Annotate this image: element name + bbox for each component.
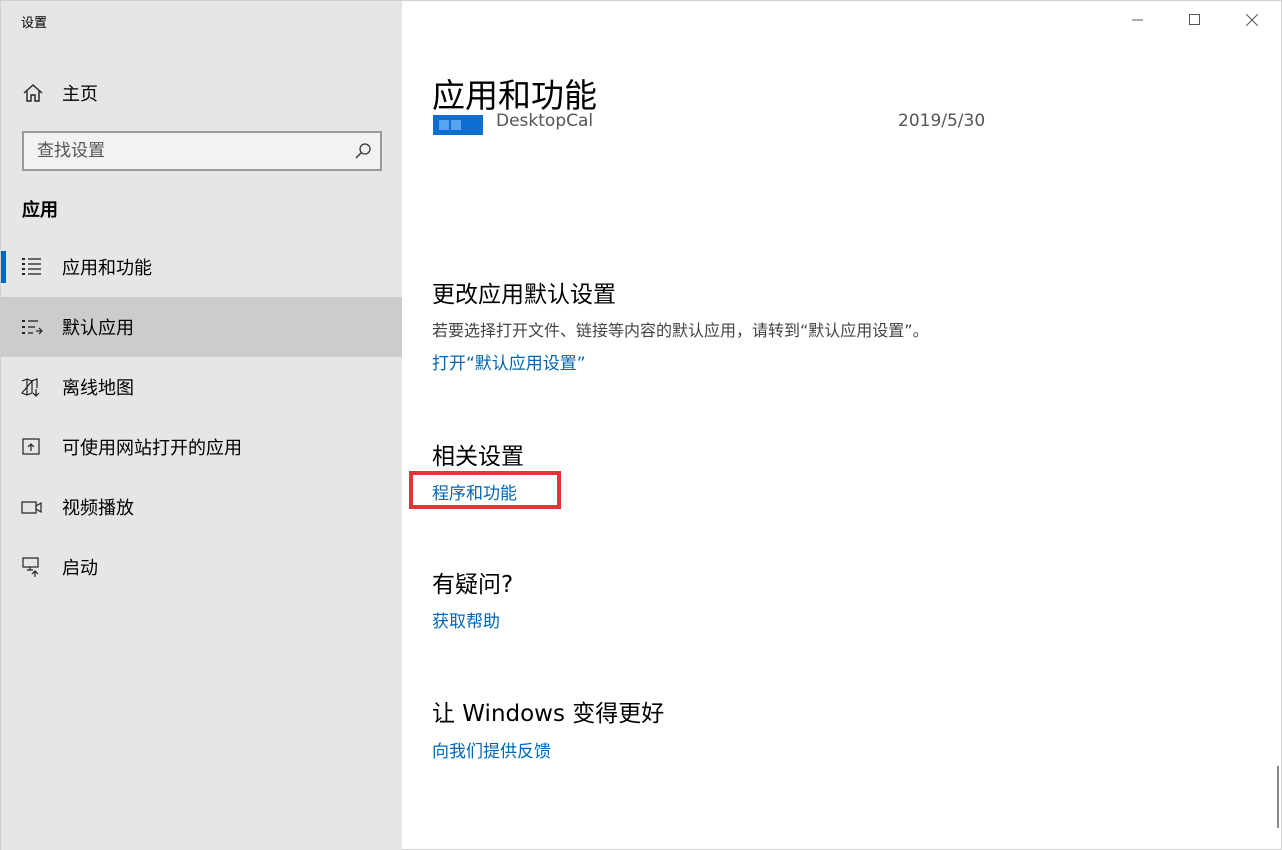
apps-for-websites-icon bbox=[22, 438, 40, 455]
apps-list-icon bbox=[22, 258, 41, 275]
sidebar-item-apps-features[interactable]: 应用和功能 bbox=[1, 237, 402, 297]
sidebar-item-label: 离线地图 bbox=[62, 378, 134, 399]
sidebar-item-startup[interactable]: 启动 bbox=[1, 537, 402, 597]
sidebar-item-label: 可使用网站打开的应用 bbox=[62, 438, 242, 459]
sidebar-home[interactable]: 主页 bbox=[1, 71, 402, 113]
default-settings-heading: 更改应用默认设置 bbox=[432, 282, 616, 308]
sidebar-item-default-apps[interactable]: 默认应用 bbox=[1, 297, 402, 357]
sidebar-item-label: 视频播放 bbox=[62, 498, 134, 519]
sidebar-item-offline-maps[interactable]: 离线地图 bbox=[1, 357, 402, 417]
sidebar-item-label: 启动 bbox=[62, 558, 98, 579]
sidebar-item-label: 应用和功能 bbox=[62, 258, 152, 279]
desktopcal-app-icon bbox=[433, 115, 483, 135]
sidebar-item-video-playback[interactable]: 视频播放 bbox=[1, 477, 402, 537]
default-apps-icon bbox=[22, 320, 43, 335]
search-icon[interactable] bbox=[354, 142, 372, 160]
help-heading: 有疑问? bbox=[432, 572, 514, 598]
give-feedback-link[interactable]: 向我们提供反馈 bbox=[432, 737, 551, 762]
open-default-apps-link[interactable]: 打开“默认应用设置” bbox=[432, 349, 586, 374]
highlight-box bbox=[409, 471, 561, 509]
settings-window: 设置 主页 应用 bbox=[0, 0, 1282, 850]
sidebar-item-apps-for-websites[interactable]: 可使用网站打开的应用 bbox=[1, 417, 402, 477]
default-settings-description: 若要选择打开文件、链接等内容的默认应用，请转到“默认应用设置”。 bbox=[432, 321, 929, 340]
startup-icon bbox=[22, 557, 39, 577]
feedback-heading: 让 Windows 变得更好 bbox=[432, 701, 665, 727]
app-name: DesktopCal bbox=[496, 111, 594, 131]
scrollbar[interactable] bbox=[1277, 766, 1279, 828]
sidebar-home-label: 主页 bbox=[62, 84, 98, 105]
search-box[interactable] bbox=[22, 131, 382, 171]
app-list-item[interactable]: DesktopCal 2019/5/30 bbox=[432, 109, 1032, 135]
search-input[interactable] bbox=[24, 133, 344, 169]
main-content: 应用和功能 DesktopCal 2019/5/30 更改应用默认设置 若要选择… bbox=[402, 1, 1282, 850]
home-icon bbox=[23, 84, 43, 102]
sidebar: 设置 主页 应用 bbox=[1, 1, 402, 850]
related-settings-heading: 相关设置 bbox=[432, 444, 524, 470]
get-help-link[interactable]: 获取帮助 bbox=[432, 607, 500, 632]
video-playback-icon bbox=[21, 501, 42, 514]
active-indicator bbox=[1, 251, 6, 283]
offline-map-icon bbox=[21, 378, 40, 397]
sidebar-section-title: 应用 bbox=[22, 200, 58, 221]
sidebar-item-label: 默认应用 bbox=[62, 318, 134, 339]
window-title: 设置 bbox=[21, 16, 48, 31]
app-install-date: 2019/5/30 bbox=[898, 111, 986, 131]
